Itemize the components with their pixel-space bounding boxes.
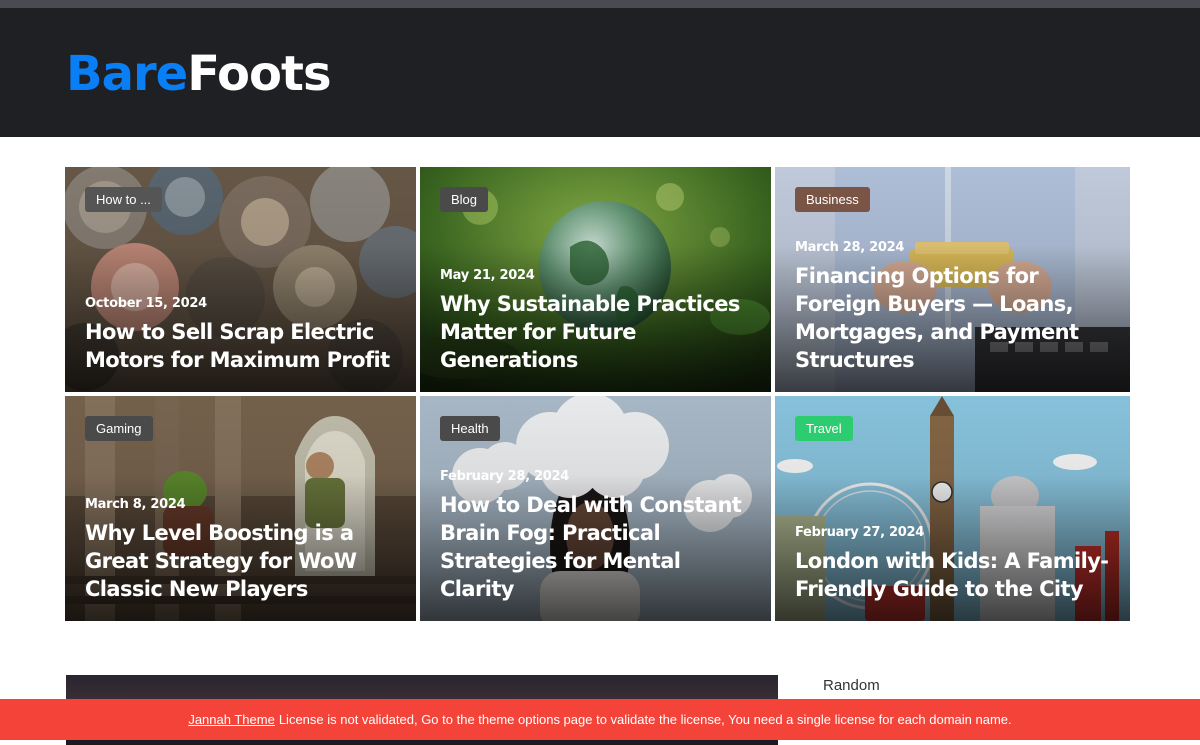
- post-meta: March 28, 2024 Financing Options for For…: [795, 240, 1110, 374]
- post-date: March 28, 2024: [795, 240, 905, 255]
- post-meta: March 8, 2024 Why Level Boosting is a Gr…: [85, 497, 396, 603]
- post-title[interactable]: Why Sustainable Practices Matter for Fut…: [440, 290, 751, 374]
- post-card[interactable]: Blog May 21, 2024 Why Sustainable Practi…: [420, 167, 771, 392]
- sidebar-tab-random[interactable]: Random: [823, 677, 880, 694]
- logo-part-2: Foots: [187, 46, 331, 102]
- post-card[interactable]: Health February 28, 2024 How to Deal wit…: [420, 396, 771, 621]
- site-logo[interactable]: BareFoots: [66, 46, 332, 102]
- post-date: March 8, 2024: [85, 497, 186, 512]
- license-notice-bar: Jannah Theme License is not validated, G…: [0, 699, 1200, 740]
- post-meta: October 15, 2024 How to Sell Scrap Elect…: [85, 296, 396, 374]
- category-badge[interactable]: Blog: [440, 187, 489, 212]
- category-badge[interactable]: Health: [440, 416, 500, 441]
- post-title[interactable]: How to Sell Scrap Electric Motors for Ma…: [85, 318, 396, 374]
- post-title[interactable]: Why Level Boosting is a Great Strategy f…: [85, 519, 396, 603]
- post-card[interactable]: Business March 28, 2024 Financing Option…: [775, 167, 1130, 392]
- jannah-theme-link[interactable]: Jannah Theme: [188, 712, 275, 727]
- license-notice-text: License is not validated, Go to the them…: [278, 712, 1012, 727]
- category-badge[interactable]: Travel: [795, 416, 853, 441]
- post-date: May 21, 2024: [440, 268, 535, 283]
- post-card[interactable]: Travel February 27, 2024 London with Kid…: [775, 396, 1130, 621]
- category-badge[interactable]: How to ...: [85, 187, 162, 212]
- post-title[interactable]: Financing Options for Foreign Buyers — L…: [795, 262, 1110, 374]
- post-card[interactable]: How to ... October 15, 2024 How to Sell …: [65, 167, 416, 392]
- post-meta: February 28, 2024 How to Deal with Const…: [440, 469, 751, 603]
- category-badge[interactable]: Business: [795, 187, 870, 212]
- logo-part-1: Bare: [66, 46, 188, 102]
- post-meta: February 27, 2024 London with Kids: A Fa…: [795, 525, 1110, 603]
- top-strip: [0, 0, 1200, 8]
- post-date: February 28, 2024: [440, 469, 569, 484]
- post-title[interactable]: How to Deal with Constant Brain Fog: Pra…: [440, 491, 751, 603]
- post-title[interactable]: London with Kids: A Family-Friendly Guid…: [795, 547, 1110, 603]
- category-badge[interactable]: Gaming: [85, 416, 153, 441]
- site-header: BareFoots: [0, 8, 1200, 137]
- post-meta: May 21, 2024 Why Sustainable Practices M…: [440, 268, 751, 374]
- post-date: February 27, 2024: [795, 525, 924, 540]
- featured-posts-grid: How to ... October 15, 2024 How to Sell …: [65, 167, 1130, 621]
- post-date: October 15, 2024: [85, 296, 207, 311]
- post-card[interactable]: Gaming March 8, 2024 Why Level Boosting …: [65, 396, 416, 621]
